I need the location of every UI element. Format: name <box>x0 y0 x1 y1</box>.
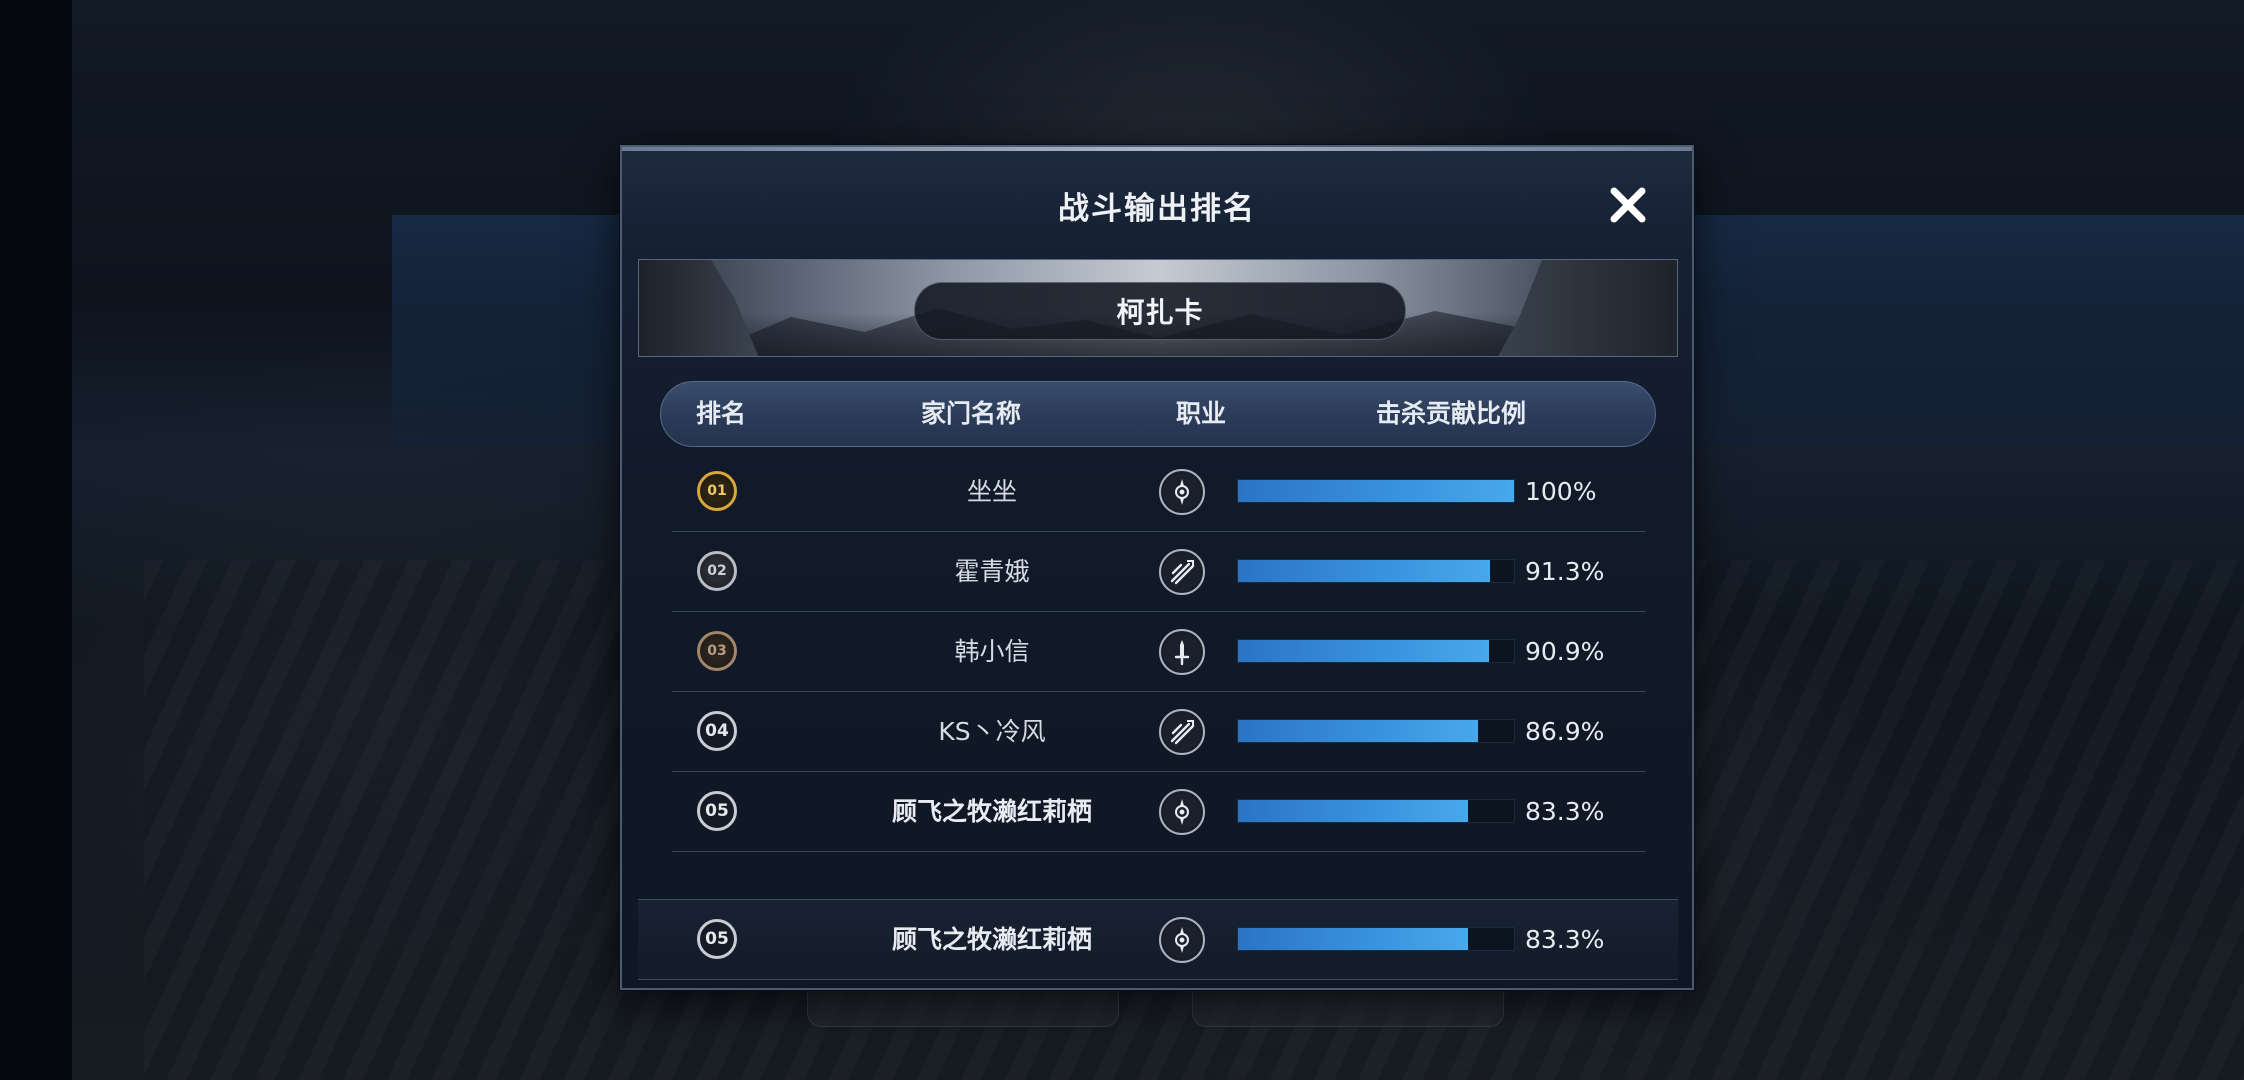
table-header: 排名 家门名称 职业 击杀贡献比例 <box>660 381 1656 447</box>
header-kill-contribution: 击杀贡献比例 <box>1375 399 1526 428</box>
player-name: 顾飞之牧濑红莉栖 <box>891 925 1092 954</box>
header-class: 职业 <box>1175 399 1226 428</box>
modal-title: 战斗输出排名 <box>1058 191 1256 227</box>
table-row[interactable]: 01 坐坐 100% <box>672 452 1646 532</box>
header-rank: 排名 <box>695 399 746 428</box>
contribution-bar-fill <box>1238 720 1478 742</box>
sword-class-icon <box>1159 629 1205 675</box>
close-icon <box>1610 187 1646 223</box>
compass-class-icon <box>1159 469 1205 515</box>
table-row[interactable]: 05 顾飞之牧濑红莉栖 83.3% <box>672 900 1646 979</box>
banner-tower-right <box>1497 260 1677 356</box>
contribution-bar-fill <box>1238 928 1468 950</box>
player-name: 坐坐 <box>966 477 1017 506</box>
rank-badge: 05 <box>697 919 737 959</box>
contribution-percent: 83.3% <box>1525 925 1605 954</box>
rank-badge: 03 <box>697 631 737 671</box>
contribution-bar <box>1237 639 1515 663</box>
contribution-bar <box>1237 559 1515 583</box>
player-name: 霍青娥 <box>954 557 1030 586</box>
table-row[interactable]: 02 霍青娥 91.3% <box>672 532 1646 612</box>
self-row-content: 05 顾飞之牧濑红莉栖 83.3% <box>672 900 1646 979</box>
contribution-bar <box>1237 719 1515 743</box>
table-row[interactable]: 04 KS丶冷风 86.9% <box>672 692 1646 772</box>
contribution-percent: 86.9% <box>1525 717 1605 746</box>
rank-badge: 01 <box>697 471 737 511</box>
contribution-bar-fill <box>1238 640 1489 662</box>
self-ranking-row[interactable]: 05 顾飞之牧濑红莉栖 83.3% <box>638 899 1678 980</box>
contribution-bar <box>1237 799 1515 823</box>
compass-class-icon <box>1159 917 1205 963</box>
contribution-percent: 100% <box>1525 477 1597 506</box>
banner-tower-left <box>639 260 759 356</box>
player-name: 韩小信 <box>954 637 1030 666</box>
table-row[interactable]: 05 顾飞之牧濑红莉栖 83.3% <box>672 772 1646 852</box>
contribution-percent: 91.3% <box>1525 557 1605 586</box>
boss-name: 柯扎卡 <box>1116 296 1204 329</box>
contribution-bar-fill <box>1238 480 1514 502</box>
header-family-name: 家门名称 <box>920 399 1021 428</box>
damage-ranking-modal: 战斗输出排名 柯扎卡 排名 家门名称 职业 击杀贡献比例 01 坐坐 100% 02 霍… <box>620 145 1694 990</box>
player-name: 顾飞之牧濑红莉栖 <box>891 797 1092 826</box>
compass-class-icon <box>1159 789 1205 835</box>
contribution-bar-fill <box>1238 560 1490 582</box>
ranking-list: 01 坐坐 100% 02 霍青娥 91.3% 03 韩小信 90.9% 04 KS丶冷风 86.9%… <box>672 452 1646 852</box>
rank-badge: 04 <box>697 711 737 751</box>
slash-class-icon <box>1159 549 1205 595</box>
contribution-bar <box>1237 927 1515 951</box>
contribution-bar <box>1237 479 1515 503</box>
boss-banner: 柯扎卡 <box>638 259 1678 357</box>
contribution-bar-fill <box>1238 800 1468 822</box>
contribution-percent: 83.3% <box>1525 797 1605 826</box>
table-row[interactable]: 03 韩小信 90.9% <box>672 612 1646 692</box>
contribution-percent: 90.9% <box>1525 637 1605 666</box>
boss-name-label: 柯扎卡 <box>914 282 1406 340</box>
close-button[interactable] <box>1604 181 1652 229</box>
player-name: KS丶冷风 <box>938 717 1046 746</box>
rank-badge: 02 <box>697 551 737 591</box>
slash-class-icon <box>1159 709 1205 755</box>
rank-badge: 05 <box>697 791 737 831</box>
